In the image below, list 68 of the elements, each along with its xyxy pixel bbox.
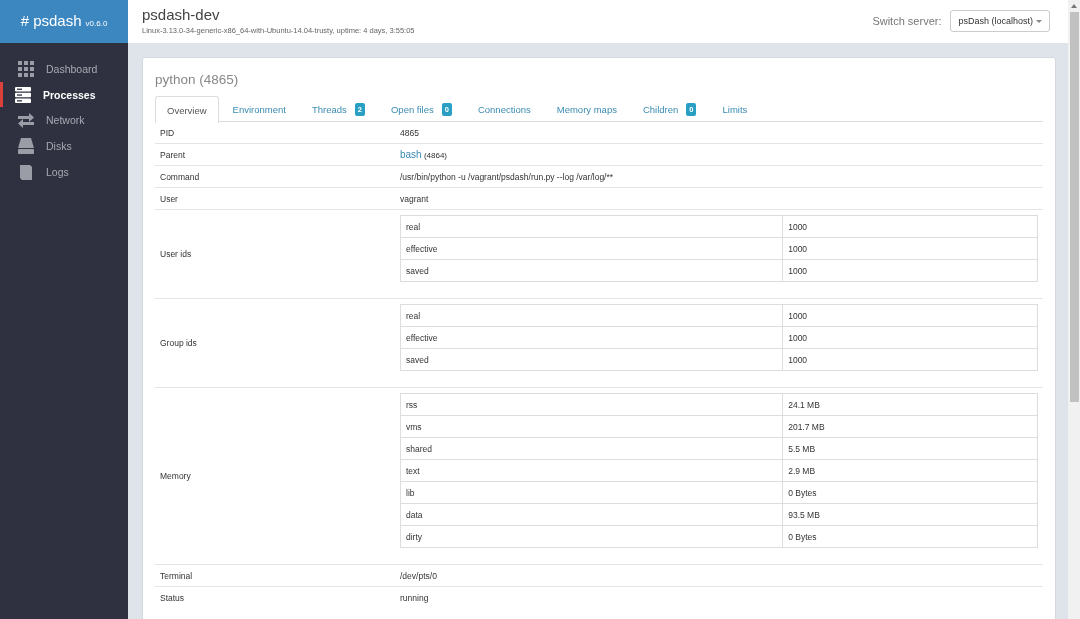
caret-icon	[1036, 19, 1042, 23]
table-cell: rss	[400, 393, 783, 416]
version-label: v0.6.0	[85, 19, 108, 28]
process-title: python (4865)	[155, 72, 240, 87]
brand-header[interactable]: # psdash v0.6.0	[0, 0, 128, 43]
book-icon	[18, 163, 34, 180]
transfer-arrows-icon	[18, 112, 34, 129]
table-cell: text	[400, 459, 783, 482]
table-cell: 0 Bytes	[782, 525, 1038, 548]
scroll-thumb[interactable]	[1069, 12, 1079, 402]
parent-pid: (4864)	[422, 151, 448, 160]
table-cell: 1000	[782, 326, 1038, 349]
field-label: PID	[155, 122, 395, 144]
field-label: Terminal	[155, 564, 395, 587]
field-value: /usr/bin/python -u /vagrant/psdash/run.py --log /var/log/**	[395, 165, 1043, 188]
tab[interactable]: Overview	[155, 96, 219, 123]
field-label: User	[155, 187, 395, 210]
field-label: Command	[155, 165, 395, 188]
tab[interactable]: Memory maps	[544, 96, 629, 121]
table-cell: real	[400, 304, 783, 327]
disk-icon	[18, 137, 34, 154]
nav-item[interactable]: Processes	[0, 81, 128, 108]
table-cell: 1000	[782, 237, 1038, 260]
field-value: vagrant	[395, 187, 1043, 210]
brand-name: # psdash	[20, 12, 82, 29]
table-cell: 2.9 MB	[782, 459, 1038, 482]
table-cell: 201.7 MB	[782, 415, 1038, 438]
tab[interactable]: Environment	[220, 96, 298, 121]
scroll-up-icon[interactable]	[1071, 4, 1077, 8]
nav-item[interactable]: Network	[0, 107, 128, 134]
table-cell: 24.1 MB	[782, 393, 1038, 416]
host-title: psdash-dev	[142, 6, 221, 23]
field-label: Memory	[155, 387, 395, 565]
field-label: Parent	[155, 143, 395, 166]
switch-server-label: Switch server:	[872, 15, 942, 27]
table-cell: 5.5 MB	[782, 437, 1038, 460]
table-cell: 1000	[782, 259, 1038, 282]
nav-item[interactable]: Dashboard	[0, 56, 128, 82]
nav-item[interactable]: Logs	[0, 158, 128, 185]
server-icon	[15, 86, 31, 103]
table-cell: 1000	[782, 304, 1038, 327]
tab[interactable]: Connections	[465, 96, 543, 121]
table-cell: shared	[400, 437, 783, 460]
table-cell: data	[400, 503, 783, 526]
table-cell: dirty	[400, 525, 783, 548]
table-cell: effective	[400, 326, 783, 349]
table-cell: lib	[400, 481, 783, 504]
table-cell: real	[400, 215, 783, 238]
parent-link[interactable]: bash	[400, 149, 422, 160]
table-cell: effective	[400, 237, 783, 260]
table-cell: 1000	[782, 348, 1038, 371]
table-cell: 0 Bytes	[782, 481, 1038, 504]
table-cell: 1000	[782, 215, 1038, 238]
table-cell: saved	[400, 259, 783, 282]
server-dropdown[interactable]: psDash (localhost)	[950, 10, 1050, 32]
grid-icon	[18, 60, 34, 77]
field-value: /dev/pts/0	[395, 564, 1043, 587]
field-value: 4865	[395, 122, 1043, 144]
tab[interactable]: Limits	[710, 96, 760, 121]
scrollbar[interactable]	[1068, 0, 1080, 619]
field-label: Group ids	[155, 298, 395, 388]
table-cell: 93.5 MB	[782, 503, 1038, 526]
nav-item[interactable]: Disks	[0, 133, 128, 159]
field-value: running	[395, 586, 1043, 608]
field-label: Status	[155, 586, 395, 608]
table-cell: saved	[400, 348, 783, 371]
table-cell: vms	[400, 415, 783, 438]
field-label: User ids	[155, 209, 395, 299]
